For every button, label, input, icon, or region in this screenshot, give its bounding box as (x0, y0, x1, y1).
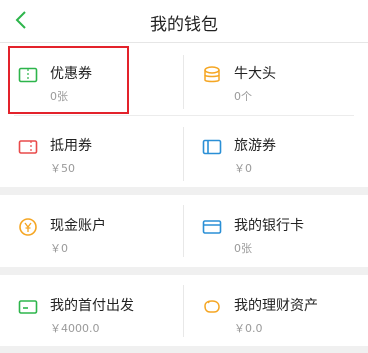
bank-label: 我的银行卡 (234, 218, 304, 234)
bank-item[interactable]: 我的银行卡 0张 (184, 195, 368, 273)
travel-label: 旅游券 (234, 138, 276, 154)
travel-item[interactable]: 旅游券 ￥0 (184, 115, 368, 193)
assets-value: ￥0.0 (234, 322, 263, 335)
voucher-item[interactable]: 抵用券 ￥50 (0, 115, 184, 193)
cash-value: ￥0 (50, 242, 68, 255)
niu-value: 0个 (234, 90, 252, 103)
travel-value: ￥0 (234, 162, 252, 175)
nav-bar: 我的钱包 (0, 0, 368, 43)
yen-coin-icon (19, 218, 37, 236)
assets-item[interactable]: 我的理财资产 ￥0.0 (184, 275, 368, 353)
cash-label: 现金账户 (50, 218, 106, 234)
coupon-value: 0张 (50, 90, 68, 103)
coupon-label: 优惠券 (50, 66, 92, 82)
wallet-card-icon (18, 300, 38, 314)
page-title: 我的钱包 (150, 15, 218, 35)
first-pay-item[interactable]: 我的首付出发 ￥4000.0 (0, 275, 184, 353)
piggy-bank-icon (204, 300, 220, 313)
section-coupons: 优惠券 0张 牛大头 0个 抵用券 ￥50 旅游券 ￥0 (0, 43, 368, 187)
first-pay-label: 我的首付出发 (50, 298, 134, 314)
voucher-icon (18, 140, 38, 154)
niu-label: 牛大头 (234, 66, 276, 82)
travel-ticket-icon (202, 139, 222, 155)
first-pay-value: ￥4000.0 (50, 322, 100, 335)
section-accounts: 现金账户 ￥0 我的银行卡 0张 (0, 195, 368, 267)
coin-stack-icon (204, 66, 220, 83)
section-finance: 我的首付出发 ￥4000.0 我的理财资产 ￥0.0 (0, 275, 368, 346)
cash-item[interactable]: 现金账户 ￥0 (0, 195, 184, 273)
coupon-item[interactable]: 优惠券 0张 (0, 43, 184, 121)
voucher-label: 抵用券 (50, 138, 92, 154)
voucher-value: ￥50 (50, 162, 75, 175)
assets-label: 我的理财资产 (234, 298, 318, 314)
bank-value: 0张 (234, 242, 252, 255)
bank-card-icon (202, 220, 222, 234)
ticket-icon (18, 67, 38, 83)
niu-item[interactable]: 牛大头 0个 (184, 43, 368, 121)
